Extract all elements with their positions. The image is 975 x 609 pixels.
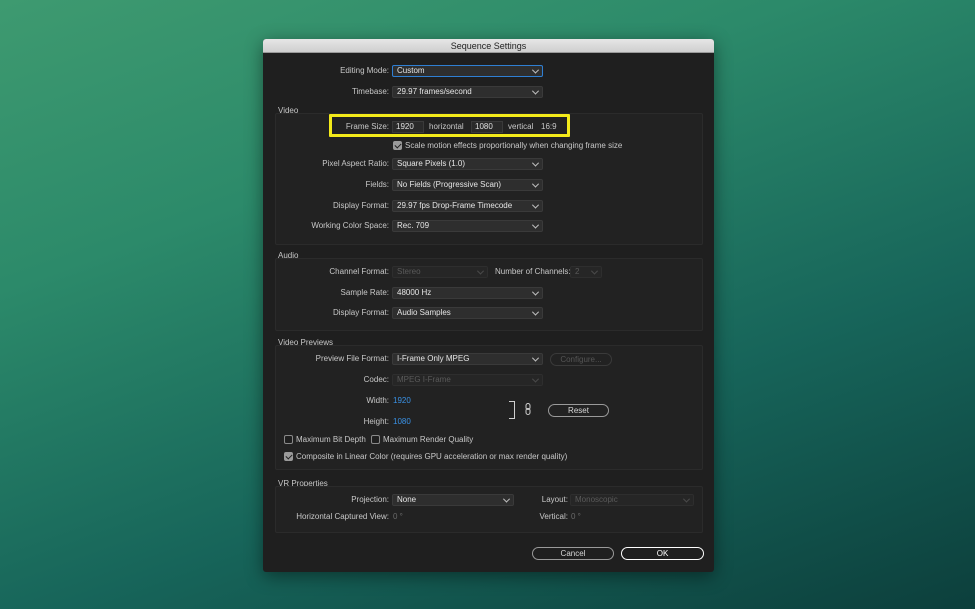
frame-height-field[interactable]: 1080 bbox=[471, 121, 503, 133]
sample-rate-value: 48000 Hz bbox=[397, 288, 432, 297]
preview-file-format-value: I-Frame Only MPEG bbox=[397, 354, 470, 363]
chevron-down-icon bbox=[531, 159, 540, 167]
working-color-space-value: Rec. 709 bbox=[397, 221, 430, 230]
pixel-aspect-label: Pixel Aspect Ratio: bbox=[322, 159, 389, 168]
sample-rate-label: Sample Rate: bbox=[340, 288, 389, 297]
codec-value: MPEG I-Frame bbox=[397, 375, 451, 384]
chevron-down-icon bbox=[531, 180, 540, 188]
channel-format-dropdown[interactable]: Stereo bbox=[392, 266, 488, 278]
horizontal-label: horizontal bbox=[429, 122, 464, 131]
channel-format-value: Stereo bbox=[397, 267, 421, 276]
cancel-button[interactable]: Cancel bbox=[532, 547, 614, 560]
preview-file-format-label: Preview File Format: bbox=[315, 354, 389, 363]
fields-value: No Fields (Progressive Scan) bbox=[397, 180, 502, 189]
chevron-down-icon bbox=[531, 375, 540, 383]
video-display-format-dropdown[interactable]: 29.97 fps Drop-Frame Timecode bbox=[392, 200, 543, 212]
layout-label: Layout: bbox=[541, 495, 568, 504]
pixel-aspect-dropdown[interactable]: Square Pixels (1.0) bbox=[392, 158, 543, 170]
working-color-space-dropdown[interactable]: Rec. 709 bbox=[392, 220, 543, 232]
fields-dropdown[interactable]: No Fields (Progressive Scan) bbox=[392, 179, 543, 191]
video-display-format-value: 29.97 fps Drop-Frame Timecode bbox=[397, 201, 513, 210]
h-captured-view-label: Horizontal Captured View: bbox=[296, 512, 389, 521]
editing-mode-value: Custom bbox=[397, 66, 425, 75]
working-color-space-label: Working Color Space: bbox=[311, 221, 389, 230]
composite-linear-label: Composite in Linear Color (requires GPU … bbox=[296, 452, 568, 461]
chevron-down-icon bbox=[531, 87, 540, 95]
chevron-down-icon bbox=[531, 221, 540, 229]
timebase-label: Timebase: bbox=[351, 87, 389, 96]
chevron-down-icon bbox=[531, 66, 540, 74]
editing-mode-label: Editing Mode: bbox=[340, 66, 389, 75]
max-bit-depth-checkbox[interactable] bbox=[284, 435, 293, 444]
preview-height-label: Height: bbox=[363, 417, 389, 426]
preview-file-format-dropdown[interactable]: I-Frame Only MPEG bbox=[392, 353, 543, 365]
pixel-aspect-value: Square Pixels (1.0) bbox=[397, 159, 466, 168]
audio-display-format-dropdown[interactable]: Audio Samples bbox=[392, 307, 543, 319]
display-format-label: Display Format: bbox=[332, 201, 389, 210]
vr-vertical-value[interactable]: 0 ° bbox=[571, 511, 581, 523]
reset-button[interactable]: Reset bbox=[548, 404, 609, 417]
h-captured-view-value[interactable]: 0 ° bbox=[393, 511, 403, 523]
max-bit-depth-label: Maximum Bit Depth bbox=[296, 435, 366, 444]
num-channels-dropdown[interactable]: 2 bbox=[570, 266, 602, 278]
link-chain-icon[interactable] bbox=[525, 403, 531, 415]
chevron-down-icon bbox=[531, 308, 540, 316]
chevron-down-icon bbox=[682, 495, 691, 503]
chevron-down-icon bbox=[531, 201, 540, 209]
codec-dropdown[interactable]: MPEG I-Frame bbox=[392, 374, 543, 386]
composite-linear-checkbox[interactable] bbox=[284, 452, 293, 461]
max-render-quality-label: Maximum Render Quality bbox=[383, 435, 474, 444]
max-render-quality-checkbox[interactable] bbox=[371, 435, 380, 444]
vr-vertical-label: Vertical: bbox=[539, 512, 568, 521]
chevron-down-icon bbox=[531, 354, 540, 362]
chevron-down-icon bbox=[531, 288, 540, 296]
dialog-title: Sequence Settings bbox=[263, 39, 714, 53]
codec-label: Codec: bbox=[363, 375, 389, 384]
preview-width-value[interactable]: 1920 bbox=[393, 395, 411, 407]
frame-size-label: Frame Size: bbox=[345, 122, 389, 131]
frame-width-field[interactable]: 1920 bbox=[392, 121, 424, 133]
sequence-settings-dialog: Sequence Settings Editing Mode: Custom T… bbox=[263, 39, 714, 572]
preview-width-label: Width: bbox=[366, 396, 389, 405]
preview-height-value[interactable]: 1080 bbox=[393, 416, 411, 428]
ok-button[interactable]: OK bbox=[621, 547, 704, 560]
editing-mode-dropdown[interactable]: Custom bbox=[392, 65, 543, 77]
sample-rate-dropdown[interactable]: 48000 Hz bbox=[392, 287, 543, 299]
configure-button[interactable]: Configure... bbox=[550, 353, 612, 366]
projection-label: Projection: bbox=[351, 495, 389, 504]
audio-display-format-label: Display Format: bbox=[332, 308, 389, 317]
timebase-dropdown[interactable]: 29.97 frames/second bbox=[392, 86, 543, 98]
chevron-down-icon bbox=[590, 267, 599, 275]
layout-value: Monoscopic bbox=[575, 495, 618, 504]
fields-label: Fields: bbox=[365, 180, 389, 189]
chevron-down-icon bbox=[502, 495, 511, 503]
vertical-label: vertical bbox=[508, 122, 534, 131]
scale-motion-checkbox[interactable] bbox=[393, 141, 402, 150]
aspect-ratio-text: 16:9 bbox=[541, 122, 557, 131]
channel-format-label: Channel Format: bbox=[329, 267, 389, 276]
num-channels-value: 2 bbox=[575, 267, 580, 276]
num-channels-label: Number of Channels: bbox=[495, 267, 571, 276]
projection-dropdown[interactable]: None bbox=[392, 494, 514, 506]
timebase-value: 29.97 frames/second bbox=[397, 87, 472, 96]
scale-motion-label: Scale motion effects proportionally when… bbox=[405, 141, 623, 150]
layout-dropdown[interactable]: Monoscopic bbox=[570, 494, 694, 506]
projection-value: None bbox=[397, 495, 417, 504]
chevron-down-icon bbox=[476, 267, 485, 275]
audio-display-format-value: Audio Samples bbox=[397, 308, 451, 317]
link-bracket bbox=[509, 401, 515, 419]
